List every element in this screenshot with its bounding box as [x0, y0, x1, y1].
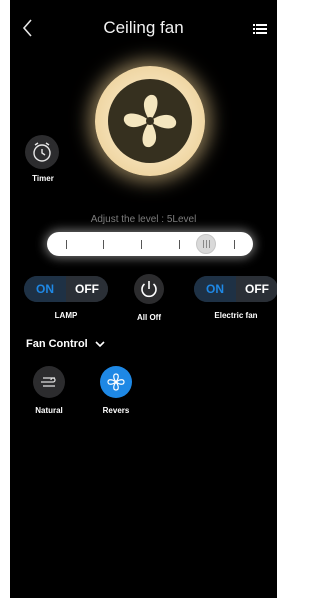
lamp-toggle: ON OFF	[24, 276, 108, 302]
electric-fan-toggle: ON OFF	[194, 276, 277, 302]
fan-icon	[123, 94, 177, 148]
all-off-button[interactable]	[134, 274, 164, 304]
level-text: Adjust the level : 5Level	[90, 214, 197, 225]
power-icon	[141, 281, 157, 298]
header: Ceiling fan	[10, 0, 277, 60]
electric-fan-off-button[interactable]: OFF	[236, 276, 277, 302]
menu-button[interactable]	[253, 22, 267, 34]
lamp-off-button[interactable]: OFF	[66, 276, 108, 302]
slider-tick	[103, 240, 104, 249]
slider-thumb[interactable]	[196, 234, 216, 254]
slider-tick	[141, 240, 142, 249]
fan-core	[108, 79, 192, 163]
slider-tick	[179, 240, 180, 249]
app-screen: Ceiling fan Timer Adjust the level: 5Le…	[10, 0, 277, 598]
fan-icon	[107, 373, 125, 391]
wind-icon	[41, 377, 56, 387]
timer-button[interactable]	[25, 135, 59, 169]
list-icon	[253, 24, 267, 34]
page-title: Ceiling fan	[103, 18, 184, 37]
natural-mode-button[interactable]	[33, 366, 65, 398]
revers-mode-button[interactable]	[100, 366, 132, 398]
lamp-label: LAMP	[54, 311, 78, 320]
fan-control-label: Fan Control	[26, 338, 88, 350]
fan-control-dropdown[interactable]: Fan Control	[26, 338, 105, 350]
electric-fan-label: Electric fan	[214, 311, 258, 320]
grip-icon	[203, 240, 210, 248]
natural-mode-label: Natural	[35, 406, 63, 415]
chevron-down-icon	[95, 341, 105, 348]
level-slider[interactable]	[47, 232, 253, 256]
timer-label: Timer	[32, 174, 54, 183]
all-off-label: All Off	[137, 313, 161, 322]
electric-fan-on-button[interactable]: ON	[194, 276, 236, 302]
fan-display	[95, 66, 205, 176]
lamp-on-button[interactable]: ON	[24, 276, 66, 302]
slider-tick	[66, 240, 67, 249]
slider-tick	[234, 240, 235, 249]
revers-mode-label: Revers	[102, 406, 130, 415]
clock-icon	[33, 142, 51, 162]
